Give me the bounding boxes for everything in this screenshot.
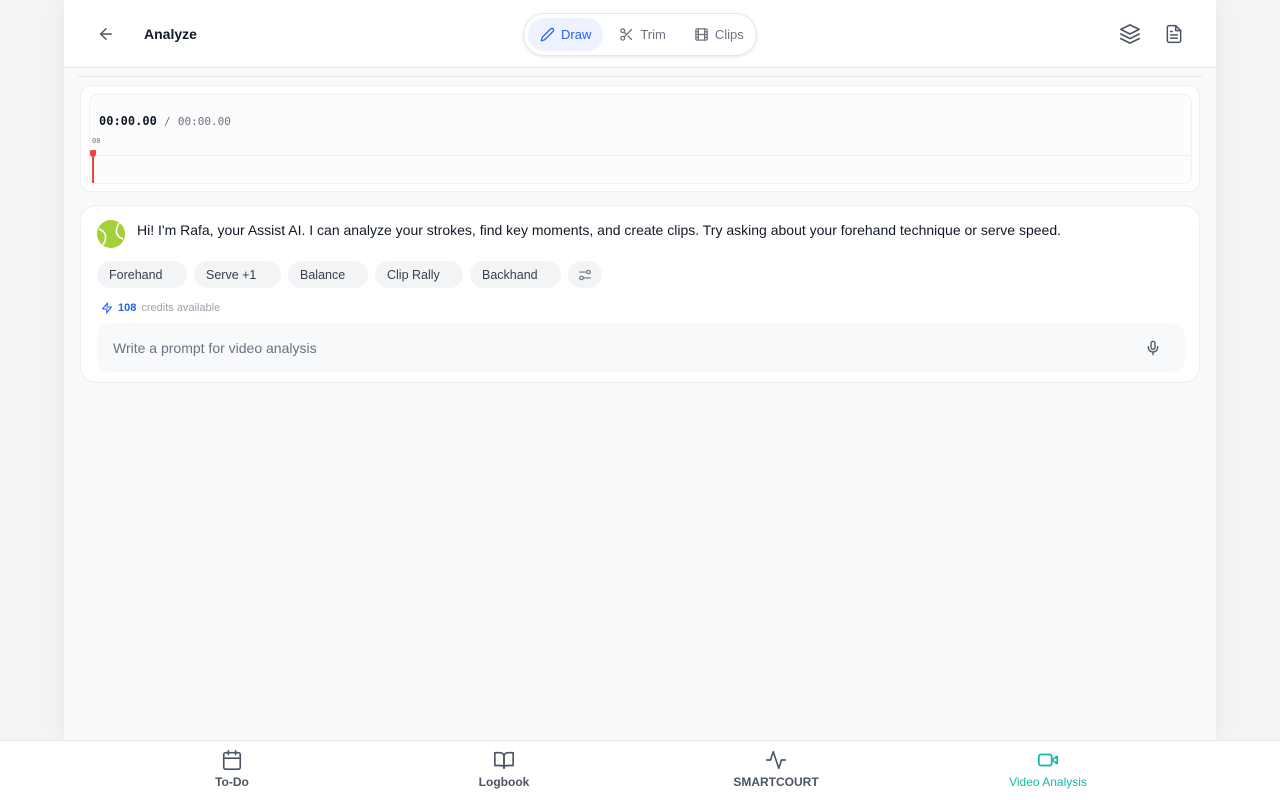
app-container: Analyze Draw Trim Clips 00:00.00 / 00:00…: [64, 0, 1216, 740]
timeline-track[interactable]: 00:00.00 / 00:00.00 00: [89, 94, 1192, 184]
nav-item-smartcourt[interactable]: SMARTCOURT: [706, 749, 846, 797]
mode-draw-label: Draw: [561, 27, 592, 42]
calendar-icon: [222, 750, 242, 770]
chip-forehand[interactable]: Forehand: [97, 261, 187, 288]
chip-filter-button[interactable]: [568, 261, 602, 288]
timeline-track-line: [90, 155, 1191, 156]
chip-backhand[interactable]: Backhand: [470, 261, 561, 288]
mode-trim-button[interactable]: Trim: [607, 18, 678, 51]
scissors-icon: [620, 28, 633, 41]
nav-label-video-analysis: Video Analysis: [1009, 775, 1087, 789]
nav-label-todo: To-Do: [215, 775, 249, 789]
mode-switch: Draw Trim Clips: [523, 13, 757, 56]
chip-serve-plus-one[interactable]: Serve +1: [194, 261, 281, 288]
document-icon: [1166, 24, 1182, 44]
back-button[interactable]: [92, 20, 120, 48]
assistant-greeting: Hi! I'm Rafa, your Assist AI. I can anal…: [137, 222, 1062, 238]
mode-clips-label: Clips: [714, 27, 744, 42]
activity-icon: [766, 750, 786, 770]
document-button[interactable]: [1162, 22, 1186, 46]
prompt-box: [97, 323, 1185, 372]
microphone-button[interactable]: [1133, 328, 1173, 368]
prompt-input[interactable]: [97, 323, 1133, 372]
credits-count: 108: [118, 302, 137, 314]
chip-clip-rally[interactable]: Clip Rally: [375, 261, 463, 288]
assistant-chat-card: Hi! I'm Rafa, your Assist AI. I can anal…: [80, 205, 1200, 383]
header-divider: [78, 76, 1202, 77]
mode-clips-button[interactable]: Clips: [682, 18, 756, 51]
nav-item-todo[interactable]: To-Do: [162, 749, 302, 797]
mode-draw-button[interactable]: Draw: [528, 18, 604, 51]
layers-button[interactable]: [1118, 22, 1142, 46]
film-icon: [695, 28, 708, 41]
nav-label-smartcourt: SMARTCOURT: [733, 775, 819, 789]
sliders-icon: [579, 269, 591, 280]
current-time: 00:00.00: [99, 114, 157, 128]
time-readout: 00:00.00 / 00:00.00: [99, 113, 231, 130]
time-separator: /: [164, 115, 171, 128]
arrow-left-icon: [100, 28, 112, 40]
nav-label-logbook: Logbook: [478, 775, 530, 789]
pencil-icon: [540, 27, 555, 42]
header-bar: Analyze Draw Trim Clips: [64, 0, 1216, 68]
video-camera-icon: [1038, 753, 1058, 767]
credits-label: credits available: [141, 302, 221, 314]
nav-item-logbook[interactable]: Logbook: [434, 749, 574, 797]
chip-balance[interactable]: Balance: [288, 261, 368, 288]
mode-trim-label: Trim: [640, 27, 666, 42]
credits-indicator: 108 credits available: [101, 302, 220, 314]
lightning-icon: [102, 302, 112, 314]
suggestion-chips: Forehand Serve +1 Balance Clip Rally Bac…: [97, 261, 602, 288]
playhead-handle[interactable]: [90, 150, 96, 157]
nav-item-video-analysis[interactable]: Video Analysis: [978, 749, 1118, 797]
total-time: 00:00.00: [177, 115, 231, 128]
microphone-icon: [1147, 340, 1159, 355]
book-icon: [494, 751, 514, 770]
timeline-card: 00:00.00 / 00:00.00 00: [80, 85, 1200, 192]
layers-icon: [1120, 24, 1140, 44]
assistant-avatar: [97, 220, 125, 248]
tennis-ball-icon: [97, 220, 125, 248]
timeline-tick-label: 00: [92, 137, 101, 145]
page-title: Analyze: [144, 26, 197, 42]
bottom-navigation: To-Do Logbook SMARTCOURT Video Analysis: [0, 740, 1280, 800]
